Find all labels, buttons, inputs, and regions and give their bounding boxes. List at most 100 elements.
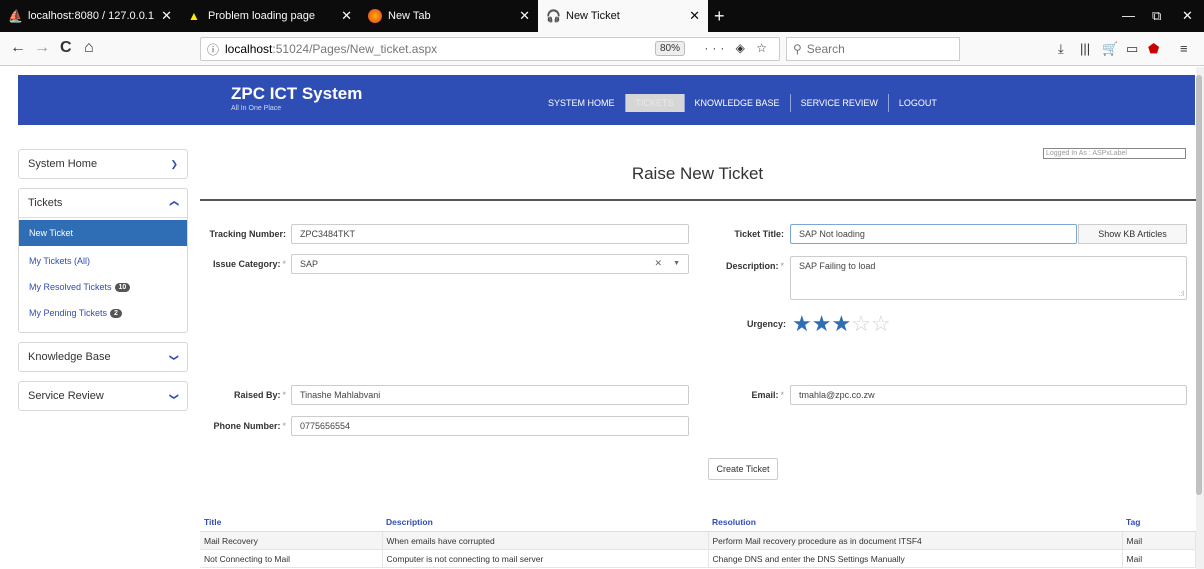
tab-label: Problem loading page: [208, 10, 316, 22]
search-input[interactable]: ⚲ Search: [786, 37, 960, 61]
nav-tickets[interactable]: TICKETS: [625, 94, 685, 112]
brand[interactable]: ZPC ICT System All In One Place: [231, 84, 362, 112]
brand-title: ZPC ICT System: [231, 84, 363, 103]
menu-icon[interactable]: ≡: [1180, 41, 1188, 56]
info-icon[interactable]: ⓘ: [207, 41, 219, 58]
chevron-down-icon: ❯: [169, 353, 180, 361]
star-filled-icon[interactable]: ★: [812, 313, 832, 335]
required-marker: *: [780, 261, 784, 271]
phone-number-field[interactable]: 0775656554: [291, 416, 689, 436]
close-window-icon[interactable]: ✕: [1182, 8, 1193, 24]
nav-logout[interactable]: LOGOUT: [889, 94, 947, 112]
close-icon[interactable]: ✕: [519, 8, 530, 24]
sidebar-item-service-review[interactable]: Service Review ❯: [19, 382, 187, 410]
sidebar-item-label: My Tickets (All): [29, 256, 91, 266]
chevron-down-icon: ❯: [169, 392, 180, 400]
forward-icon[interactable]: →: [34, 39, 50, 57]
warning-icon: ▲: [188, 9, 200, 23]
star-empty-icon[interactable]: ☆: [851, 313, 871, 335]
cell-description: Computer is not connecting to mail serve…: [382, 549, 709, 568]
sidebar-item-label: Tickets: [28, 197, 63, 209]
download-icon[interactable]: ⤓: [1058, 41, 1064, 57]
sidebar-item-system-home[interactable]: System Home ❯: [19, 150, 187, 178]
urgency-label: Urgency:: [746, 319, 786, 329]
urgency-rating[interactable]: ★ ★ ★ ☆ ☆: [792, 313, 891, 335]
extension-icon[interactable]: ⬟: [1148, 41, 1159, 57]
email-field[interactable]: tmahla@zpc.co.zw: [790, 385, 1187, 405]
tracking-number-field[interactable]: ZPC3484TKT: [291, 224, 689, 244]
required-marker: *: [780, 390, 784, 400]
issue-category-select[interactable]: SAP ✕ ▼: [291, 254, 689, 274]
description-textarea[interactable]: SAP Failing to load .:l: [790, 256, 1187, 300]
tab-label: New Ticket: [566, 10, 620, 22]
url-bar[interactable]: ⓘ localhost :51024/Pages/New_ticket.aspx…: [200, 37, 780, 61]
column-header-tag[interactable]: Tag: [1122, 513, 1196, 532]
vertical-scrollbar[interactable]: [1196, 67, 1204, 569]
back-icon[interactable]: ←: [10, 39, 26, 57]
close-icon[interactable]: ✕: [161, 8, 172, 24]
close-icon[interactable]: ✕: [341, 8, 352, 24]
column-header-title[interactable]: Title: [200, 513, 382, 532]
table-row[interactable]: Not Connecting to Mail Computer is not c…: [200, 549, 1196, 568]
browser-tab-phpmyadmin[interactable]: ⛵ localhost:8080 / 127.0.0.1 / hea ✕: [0, 0, 180, 32]
sidebar-item-my-tickets[interactable]: My Tickets (All): [19, 248, 187, 274]
sidebar-item-knowledge-base[interactable]: Knowledge Base ❯: [19, 343, 187, 371]
clear-icon[interactable]: ✕: [654, 258, 662, 269]
star-filled-icon[interactable]: ★: [831, 313, 851, 335]
nav-knowledge-base[interactable]: KNOWLEDGE BASE: [685, 94, 791, 112]
kb-articles-table: Title Description Resolution Tag Mail Re…: [200, 513, 1196, 568]
browser-tab-new-ticket[interactable]: 🎧 New Ticket ✕: [538, 0, 708, 32]
chevron-down-icon[interactable]: ▼: [673, 260, 680, 267]
sidebar-item-resolved-tickets[interactable]: My Resolved Tickets 10: [19, 274, 187, 300]
browser-tab-problem-loading[interactable]: ▲ Problem loading page ✕: [180, 0, 360, 32]
star-filled-icon[interactable]: ★: [792, 313, 812, 335]
table-row[interactable]: Mail Recovery When emails have corrupted…: [200, 531, 1196, 550]
label-text: Phone Number:: [213, 421, 281, 431]
cell-title: Mail Recovery: [200, 531, 383, 550]
search-icon: ⚲: [793, 42, 802, 56]
home-icon[interactable]: ⌂: [84, 39, 94, 57]
close-icon[interactable]: ✕: [689, 8, 700, 24]
restore-icon[interactable]: ⧉: [1152, 8, 1161, 24]
star-empty-icon[interactable]: ☆: [871, 313, 891, 335]
create-ticket-button[interactable]: Create Ticket: [708, 458, 778, 480]
brand-subtitle: All In One Place: [231, 105, 282, 112]
library-icon[interactable]: |||: [1080, 41, 1090, 56]
logged-in-label: Logged In As : ASPxLabel: [1043, 148, 1186, 159]
resolved-count-badge: 10: [114, 282, 131, 292]
required-marker: *: [282, 259, 286, 269]
scrollbar-thumb[interactable]: [1196, 75, 1202, 495]
sidebar-icon[interactable]: ▭: [1126, 41, 1138, 57]
chevron-up-icon: ❯: [168, 199, 179, 207]
raised-by-field[interactable]: Tinashe Mahlabvani: [291, 385, 689, 405]
column-header-resolution[interactable]: Resolution: [708, 513, 1122, 532]
resize-grip-icon[interactable]: .:l: [1179, 291, 1184, 298]
sidebar-item-new-ticket[interactable]: New Ticket: [19, 220, 187, 246]
description-label: Description: *: [700, 261, 784, 271]
cell-title: Not Connecting to Mail: [200, 549, 383, 568]
cell-tag: Mail: [1122, 531, 1196, 550]
new-tab-button[interactable]: +: [714, 6, 725, 27]
sidebar: System Home ❯ Tickets ❯ New Ticket My Ti…: [18, 149, 188, 420]
issue-category-label: Issue Category: *: [200, 259, 286, 269]
reload-icon[interactable]: C: [60, 39, 72, 57]
sidebar-item-pending-tickets[interactable]: My Pending Tickets 2: [19, 300, 187, 326]
page-content: ZPC ICT System All In One Place SYSTEM H…: [0, 67, 1204, 569]
show-kb-articles-button[interactable]: Show KB Articles: [1078, 224, 1187, 244]
cell-resolution: Perform Mail recovery procedure as in do…: [708, 531, 1123, 550]
label-text: Tracking Number:: [209, 229, 286, 239]
sidebar-item-tickets[interactable]: Tickets ❯: [19, 189, 187, 217]
nav-system-home[interactable]: SYSTEM HOME: [538, 94, 626, 112]
cart-icon[interactable]: 🛒: [1102, 41, 1118, 57]
ticket-title-field[interactable]: SAP Not loading: [790, 224, 1077, 244]
column-header-description[interactable]: Description: [382, 513, 708, 532]
label-text: Raised By:: [233, 390, 281, 400]
minimize-icon[interactable]: —: [1122, 8, 1135, 23]
browser-tab-new-tab[interactable]: New Tab ✕: [360, 0, 538, 32]
sidebar-item-label: New Ticket: [29, 228, 74, 238]
page-actions-icon[interactable]: ··· ◈ ☆: [704, 41, 771, 55]
cell-description: When emails have corrupted: [382, 531, 709, 550]
zoom-indicator[interactable]: 80%: [654, 41, 685, 56]
nav-service-review[interactable]: SERVICE REVIEW: [791, 94, 889, 112]
phpmyadmin-icon: ⛵: [8, 9, 23, 23]
